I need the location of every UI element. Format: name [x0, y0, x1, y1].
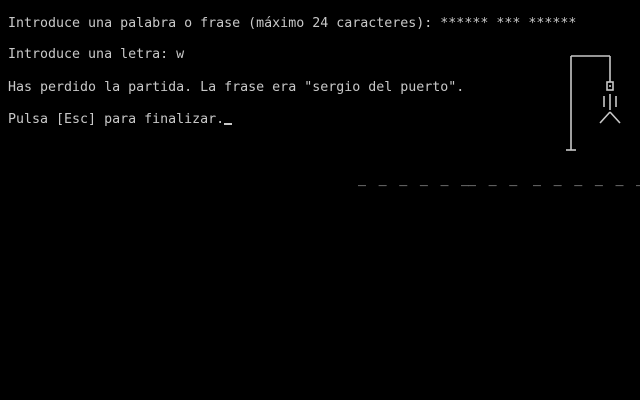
word-slot-2: _ _ _	[468, 172, 520, 187]
hangman-gallows-icon	[566, 55, 621, 151]
result-message: Has perdido la partida. La frase era "se…	[8, 80, 465, 95]
hangman-left-leg	[599, 111, 611, 124]
exit-prompt-line[interactable]: Pulsa [Esc] para finalizar.	[8, 112, 233, 128]
text-cursor	[224, 123, 233, 125]
word-slot-1: _ _ _ _ _ _	[358, 172, 472, 187]
exit-prompt-label: Pulsa [Esc] para finalizar.	[8, 112, 225, 127]
letter-prompt-label: Introduce una letra:	[8, 47, 177, 62]
letter-prompt-line: Introduce una letra: w	[8, 47, 184, 63]
word-slot-3: _ _ _ _ _ _	[533, 172, 640, 187]
letter-value: w	[176, 47, 185, 62]
masked-phrase: ****** *** ******	[440, 16, 577, 31]
phrase-prompt-line: Introduce una palabra o frase (máximo 24…	[8, 16, 576, 32]
hangman-right-leg	[609, 111, 621, 124]
phrase-prompt-label: Introduce una palabra o frase (máximo 24…	[8, 16, 441, 31]
